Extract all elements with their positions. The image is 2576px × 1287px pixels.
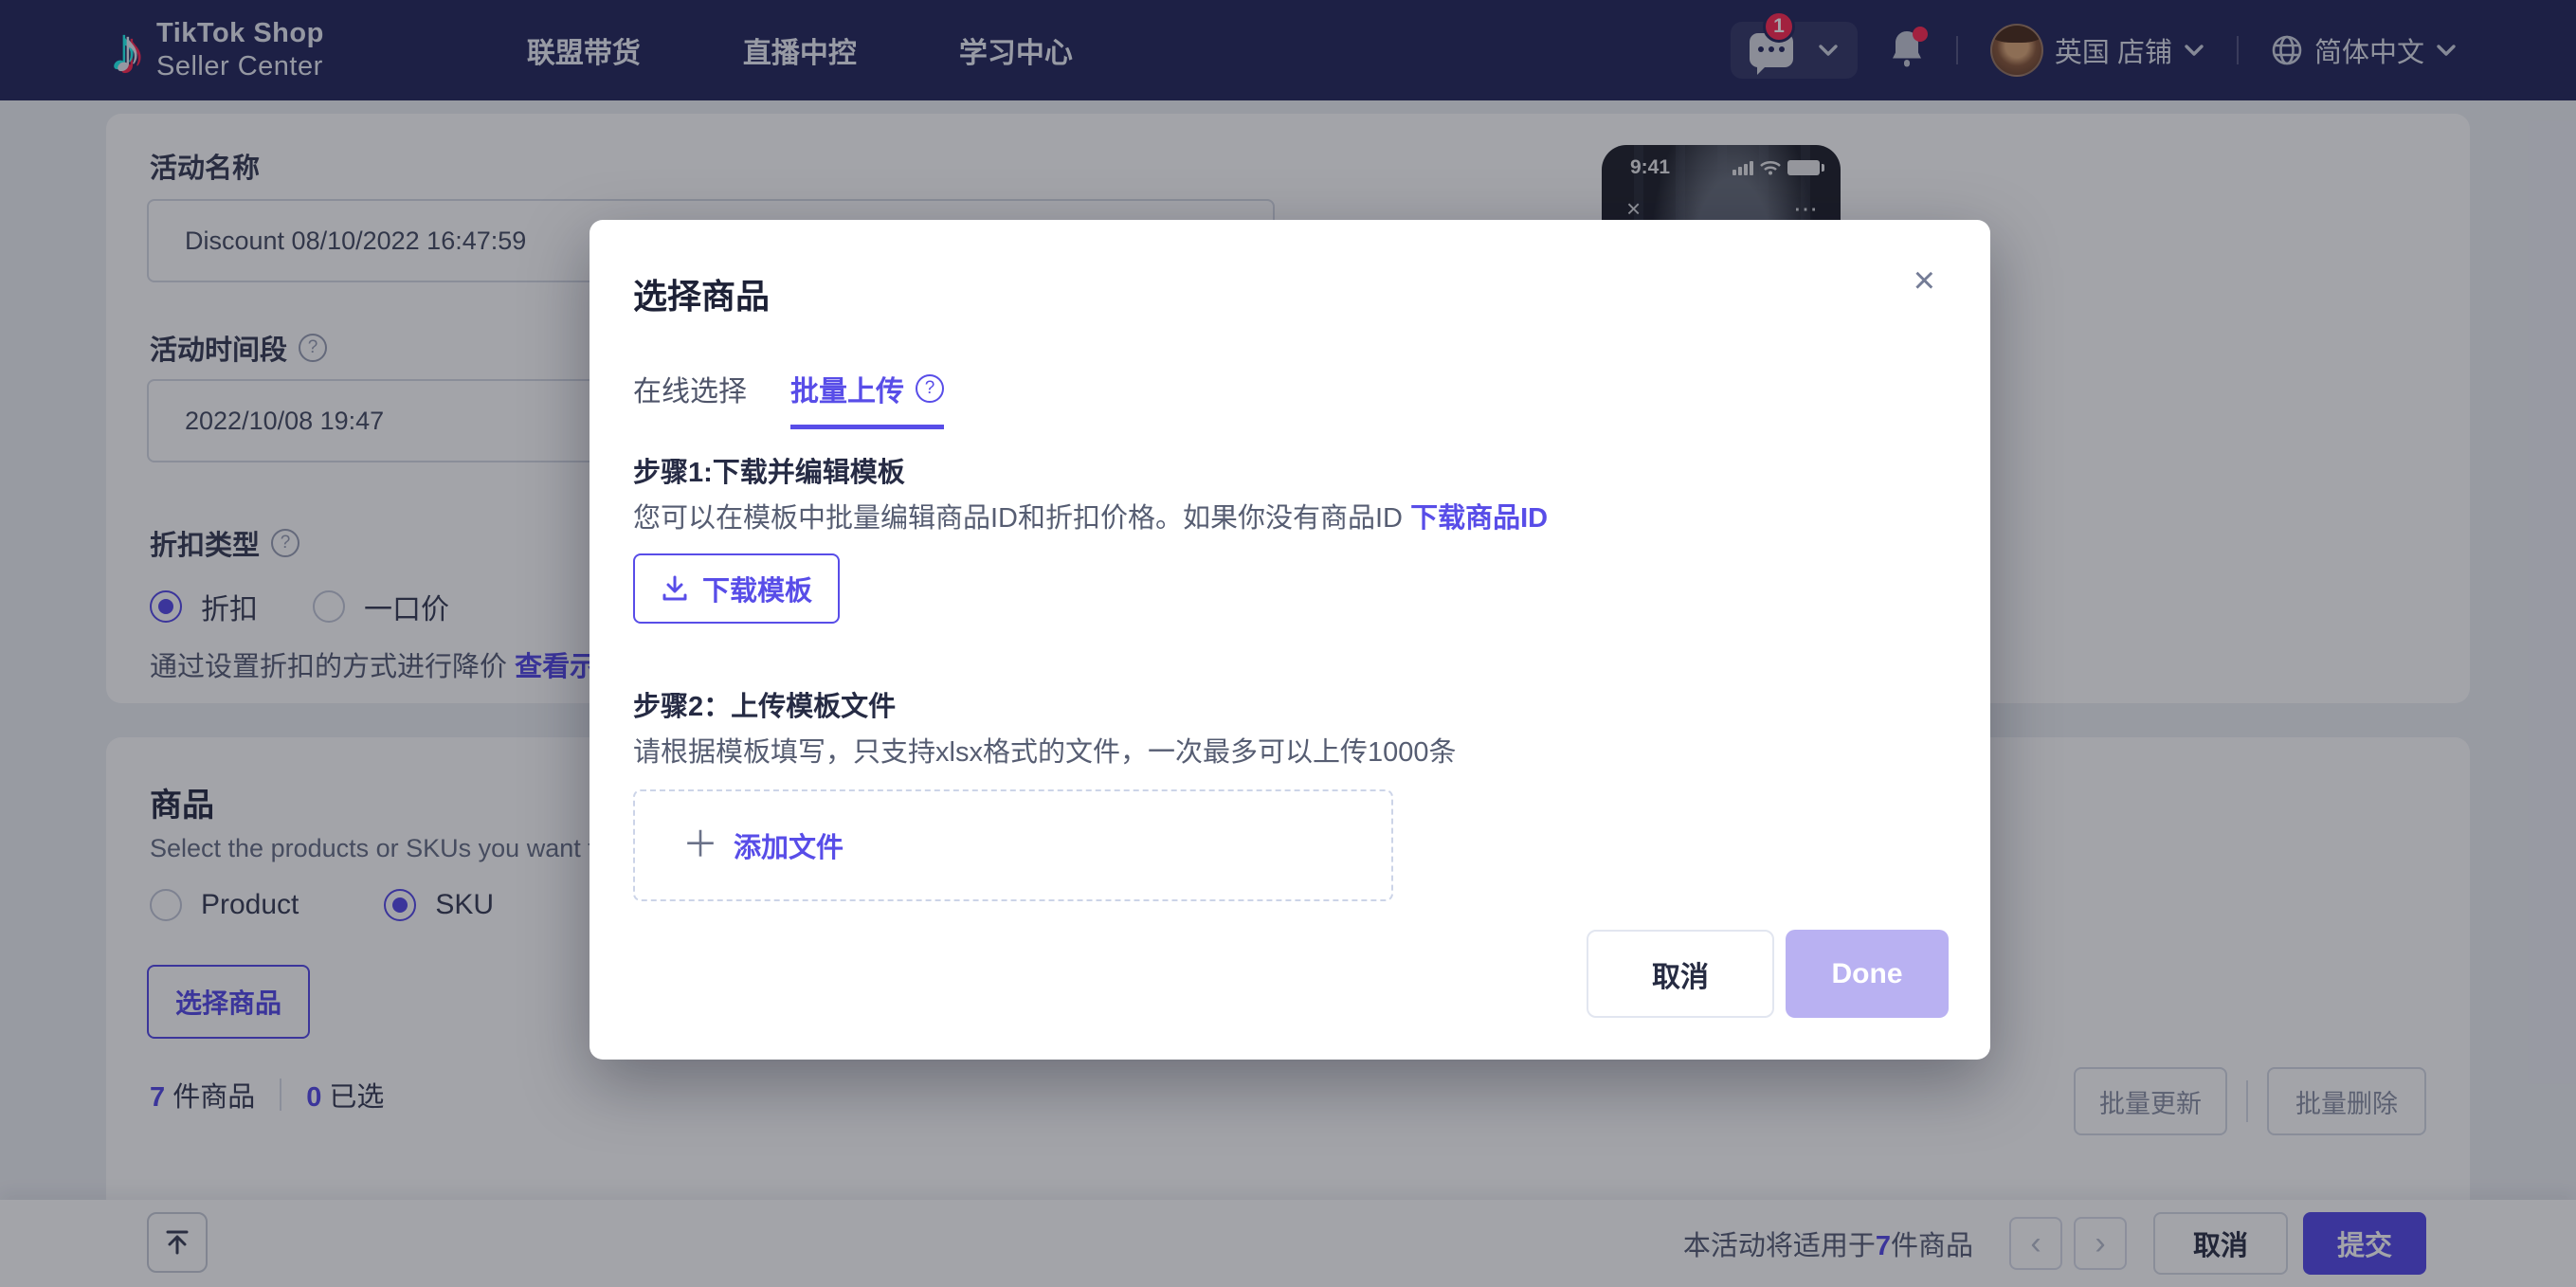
question-circle-icon[interactable]: ? [916, 374, 944, 403]
step1-desc-text: 您可以在模板中批量编辑商品ID和折扣价格。如果你没有商品ID [633, 503, 1410, 534]
download-template-button[interactable]: 下载模板 [633, 553, 840, 624]
download-template-label: 下载模板 [702, 569, 812, 608]
add-file-label: 添加文件 [734, 825, 844, 865]
select-products-modal: × 选择商品 在线选择 批量上传 ? 步骤1:下载并编辑模板 您可以在模板中批量… [590, 220, 1990, 1060]
modal-tabs: 在线选择 批量上传 ? [633, 368, 944, 429]
close-icon[interactable]: × [1914, 262, 1935, 299]
modal-title: 选择商品 [633, 269, 770, 318]
download-icon [661, 574, 689, 603]
tab-batch-upload[interactable]: 批量上传 ? [790, 368, 944, 429]
tab-online-select[interactable]: 在线选择 [633, 368, 747, 425]
seller-center-screen: ♪ TikTok Shop Seller Center 联盟带货 直播中控 学习… [0, 0, 2576, 1287]
add-file-dropzone[interactable]: ＋ 添加文件 [633, 789, 1393, 901]
step1-title: 步骤1:下载并编辑模板 [633, 450, 905, 490]
step1-desc: 您可以在模板中批量编辑商品ID和折扣价格。如果你没有商品ID 下载商品ID [633, 496, 1548, 535]
modal-cancel-button[interactable]: 取消 [1587, 930, 1774, 1018]
step2-title: 步骤2：上传模板文件 [633, 684, 896, 724]
plus-icon: ＋ [682, 827, 718, 863]
step2-desc: 请根据模板填写，只支持xlsx格式的文件，一次最多可以上传1000条 [633, 730, 1456, 770]
modal-done-button[interactable]: Done [1786, 930, 1949, 1018]
tab-batch-label: 批量上传 [790, 368, 904, 409]
download-product-id-link[interactable]: 下载商品ID [1410, 503, 1548, 534]
tab-online-label: 在线选择 [633, 368, 747, 409]
